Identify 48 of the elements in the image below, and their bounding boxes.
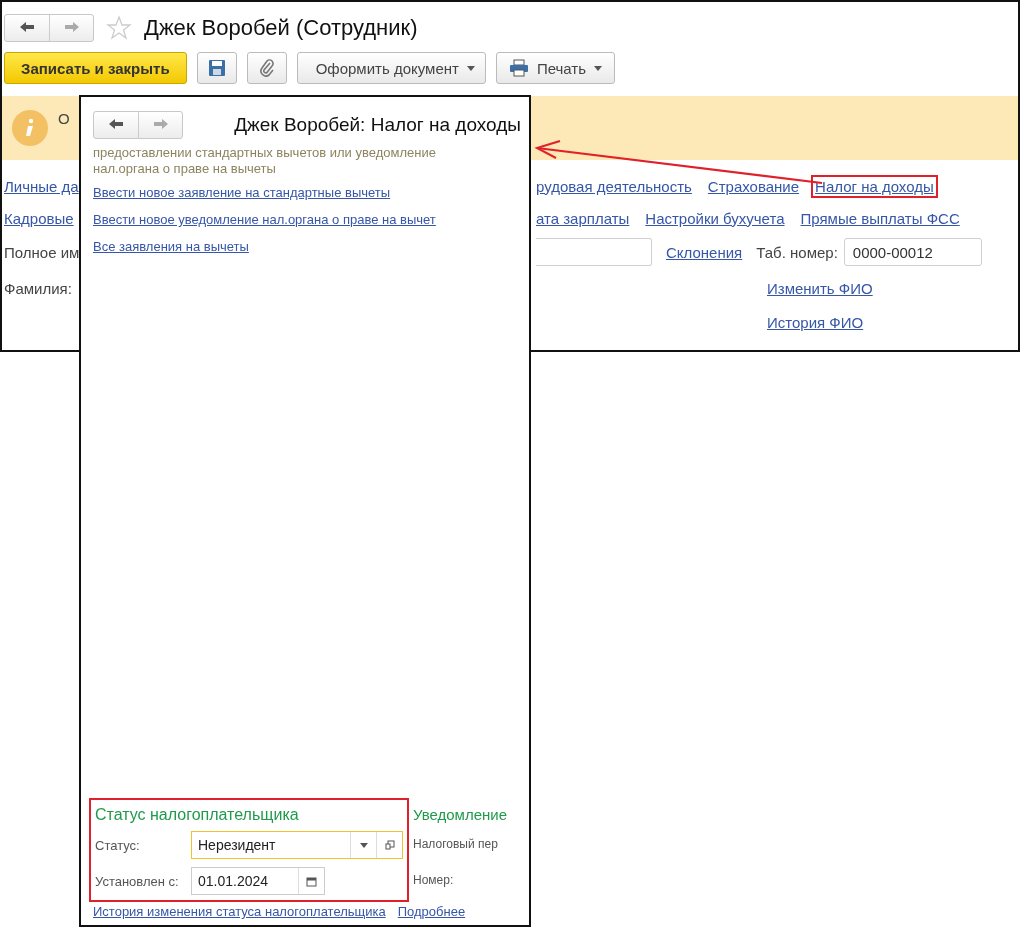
full-name-field[interactable] [536, 238, 652, 266]
field-label: Фамилия: [4, 279, 72, 297]
date-field[interactable]: 01.01.2024 [191, 867, 325, 895]
details-link[interactable]: Подробнее [397, 904, 466, 919]
hint-text: предоставлении стандартных вычетов или уведомление нал.органа о праве на вычеты [93, 145, 437, 177]
deduction-link[interactable]: Ввести новое заявление на стандартные вычеты [93, 185, 521, 200]
field-label: Полное им [4, 243, 80, 261]
section-link[interactable]: Налог на доходы [815, 177, 934, 195]
field-label: Таб. номер: [756, 243, 838, 261]
save-button[interactable] [196, 52, 237, 84]
create-document-button[interactable]: Оформить документ [296, 52, 486, 84]
section-link[interactable]: Страхование [707, 177, 800, 195]
attach-button[interactable] [246, 52, 287, 84]
deduction-link[interactable]: Все заявления на вычеты [93, 239, 521, 254]
field-label: Номер: [413, 873, 454, 887]
printer-icon [508, 59, 529, 77]
field-label: Статус: [95, 837, 141, 853]
section-link[interactable]: рудовая деятельность [536, 177, 692, 195]
caret-icon [466, 65, 475, 71]
section-heading: Уведомление [413, 806, 507, 823]
status-history-link[interactable]: История изменения статуса налогоплательщика [93, 904, 386, 919]
calendar-icon [306, 875, 317, 887]
name-history-link[interactable]: История ФИО [767, 313, 864, 331]
field-label: Установлен с: [95, 873, 180, 889]
field-label: Налоговый пер [413, 837, 498, 851]
caret-icon [594, 65, 602, 71]
section-link[interactable]: Настройки бухучета [645, 209, 785, 227]
window-title: Джек Воробей (Сотрудник) [144, 15, 418, 41]
save-and-close-button[interactable]: Записать и закрыть [4, 52, 187, 84]
change-name-link[interactable]: Изменить ФИО [767, 279, 873, 297]
section-link[interactable]: Личные да [4, 177, 79, 195]
info-icon [12, 110, 48, 146]
section-link[interactable]: Кадровые [4, 209, 74, 227]
star-icon[interactable] [106, 15, 132, 41]
declensions-link[interactable]: Склонения [666, 243, 743, 261]
save-icon [207, 59, 226, 77]
open-icon [384, 840, 395, 850]
section-link[interactable]: ата зарплаты [536, 209, 630, 227]
paperclip-icon [257, 59, 276, 77]
print-button[interactable]: Печать [495, 52, 615, 84]
tab-number-field[interactable]: 0000-00012 [843, 238, 982, 266]
banner-text: О [58, 110, 70, 127]
deduction-link[interactable]: Ввести новое уведомление нал.органа о праве на вычет [93, 212, 521, 227]
section-link[interactable]: Прямые выплаты ФСС [800, 209, 960, 227]
window-title: Джек Воробей: Налог на доходы [234, 114, 521, 136]
status-field[interactable]: Нерезидент [191, 831, 403, 859]
section-heading: Статус налогоплательщика [95, 806, 300, 824]
caret-icon [359, 842, 368, 848]
